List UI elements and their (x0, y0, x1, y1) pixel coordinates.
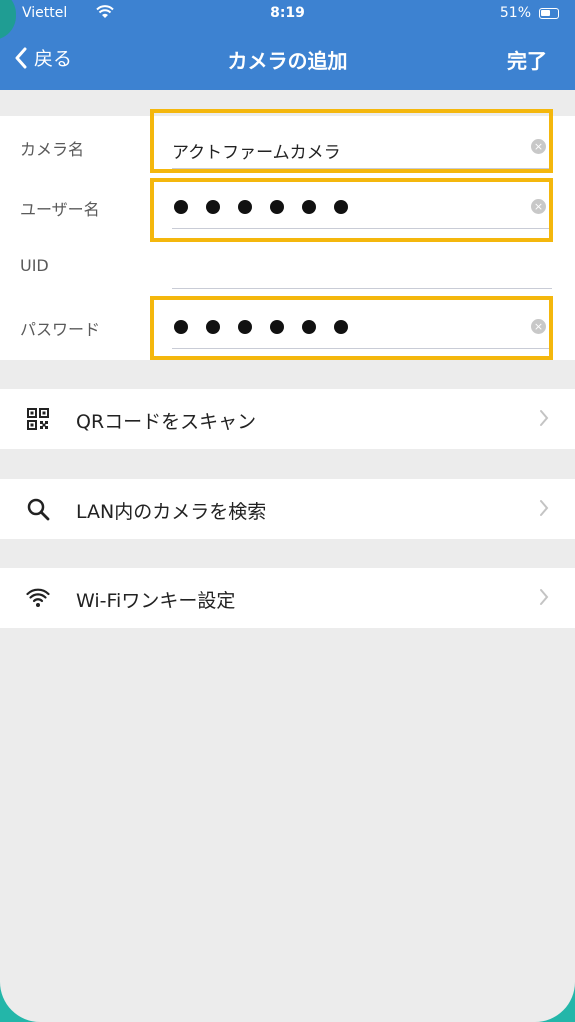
uid-input[interactable] (172, 246, 552, 289)
camera-name-label: カメラ名 (20, 140, 85, 159)
username-masked-value (174, 200, 348, 214)
status-time: 8:19 (270, 5, 305, 21)
wifi-setup-row[interactable]: Wi-Fiワンキー設定 (0, 568, 575, 628)
password-label: パスワード (20, 320, 101, 339)
battery-icon (539, 8, 559, 19)
camera-name-value: アクトファームカメラ (172, 143, 341, 163)
clear-icon[interactable]: × (531, 319, 546, 334)
wifi-setup-label: Wi-Fiワンキー設定 (76, 590, 236, 612)
navigation-bar: 戻る カメラの追加 完了 (0, 28, 575, 90)
search-icon (26, 497, 50, 521)
qr-code-icon (26, 407, 50, 431)
camera-name-row: カメラ名 アクトファームカメラ × (0, 116, 575, 176)
clear-icon[interactable]: × (531, 199, 546, 214)
password-input[interactable]: × (172, 306, 552, 349)
chevron-right-icon (539, 588, 549, 610)
qr-scan-label: QRコードをスキャン (76, 411, 257, 433)
username-row: ユーザー名 × (0, 176, 575, 236)
password-row: パスワード × (0, 296, 575, 356)
lan-search-label: LAN内のカメラを検索 (76, 501, 267, 523)
password-masked-value (174, 320, 348, 334)
camera-form: カメラ名 アクトファームカメラ × ユーザー名 × UID パスワード × (0, 116, 575, 360)
battery-percent: 51% (499, 5, 531, 21)
chevron-right-icon (539, 499, 549, 521)
lan-search-row[interactable]: LAN内のカメラを検索 (0, 479, 575, 539)
phone-screen: Viettel 8:19 51% 戻る カメラの追加 完了 カメラ名 アクトファ… (0, 0, 575, 1022)
camera-name-input[interactable]: アクトファームカメラ × (172, 126, 552, 169)
page-title: カメラの追加 (227, 49, 348, 73)
username-label: ユーザー名 (20, 200, 100, 219)
clear-icon[interactable]: × (531, 139, 546, 154)
chevron-right-icon (539, 409, 549, 431)
status-bar: Viettel 8:19 51% (0, 0, 575, 28)
uid-row: UID (0, 236, 575, 296)
uid-label: UID (20, 256, 49, 275)
wifi-icon (26, 586, 50, 610)
username-input[interactable]: × (172, 186, 552, 229)
done-button[interactable]: 完了 (507, 45, 547, 74)
qr-scan-row[interactable]: QRコードをスキャン (0, 389, 575, 449)
